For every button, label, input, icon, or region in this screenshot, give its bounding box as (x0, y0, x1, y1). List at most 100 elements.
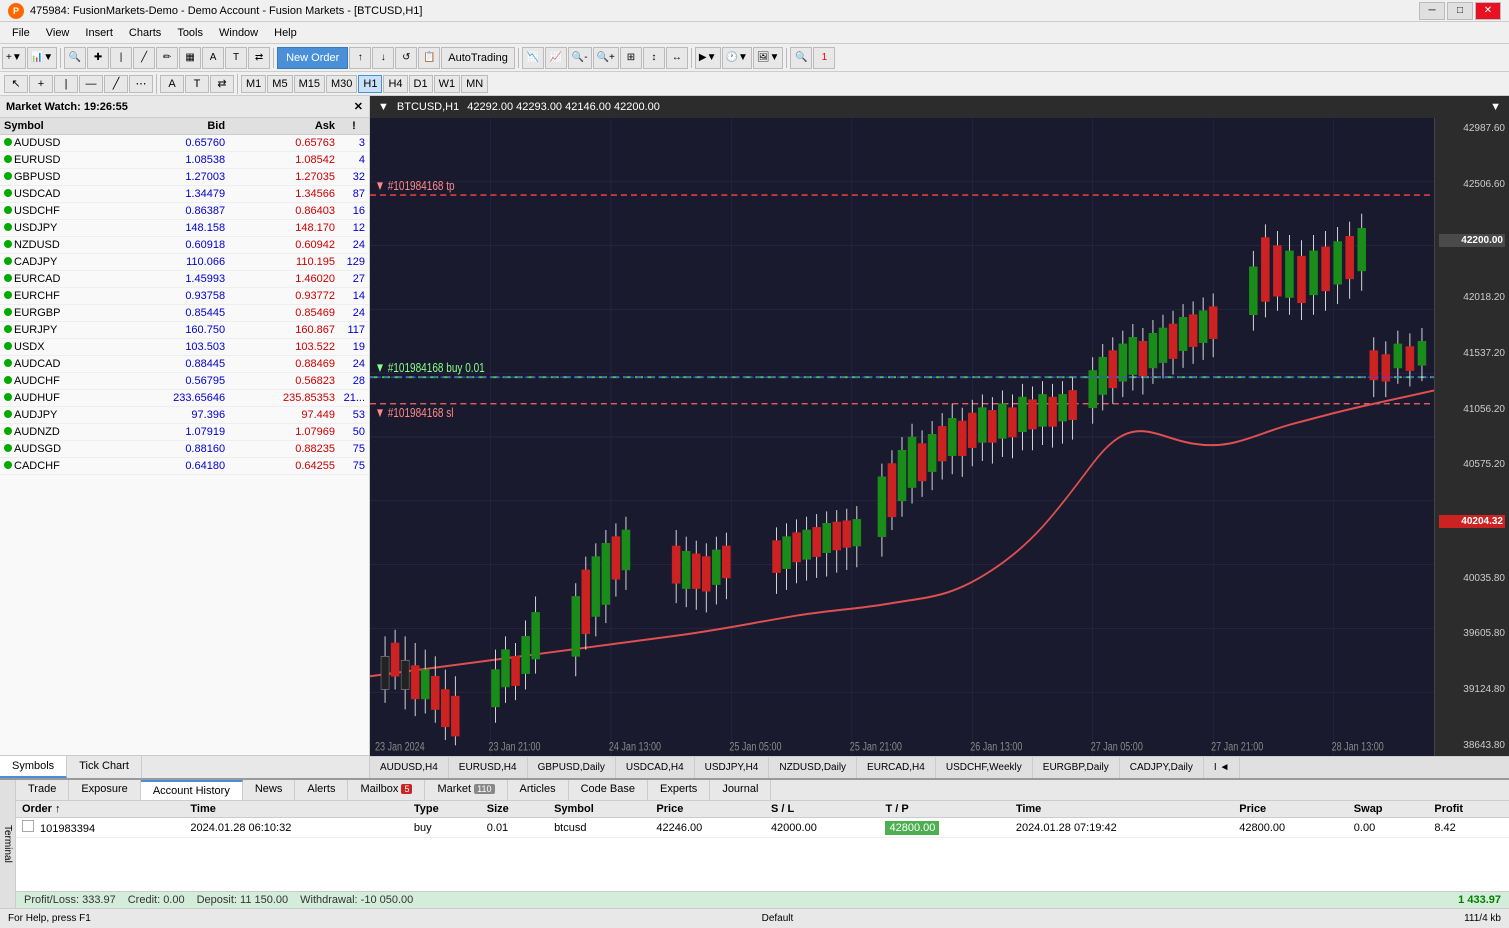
market-watch-row[interactable]: EURUSD 1.08538 1.08542 4 (0, 152, 369, 169)
table-row[interactable]: 101983394 2024.01.28 06:10:32 buy 0.01 b… (16, 818, 1509, 838)
menu-help[interactable]: Help (266, 25, 305, 41)
tline-tool[interactable]: ╱ (104, 75, 128, 93)
new-order-button[interactable]: New Order (277, 47, 348, 69)
sym-tab-nzdusd[interactable]: NZDUSD,Daily (769, 757, 857, 779)
refresh-button[interactable]: ↺ (395, 47, 417, 69)
market-watch-row[interactable]: AUDHUF 233.65646 235.85353 21... (0, 390, 369, 407)
col-price-open[interactable]: Price (650, 801, 765, 818)
market-watch-row[interactable]: GBPUSD 1.27003 1.27035 32 (0, 169, 369, 186)
tab-trade[interactable]: Trade (16, 780, 69, 800)
market-watch-row[interactable]: AUDUSD 0.65760 0.65763 3 (0, 135, 369, 152)
col-type[interactable]: Type (408, 801, 481, 818)
multi-tool[interactable]: ⋯ (129, 75, 153, 93)
titlebar-controls[interactable]: ─ □ ✕ (1419, 2, 1501, 20)
sym-tab-eurgbp[interactable]: EURGBP,Daily (1033, 757, 1120, 779)
market-watch-row[interactable]: AUDSGD 0.88160 0.88235 75 (0, 441, 369, 458)
tab-alerts[interactable]: Alerts (295, 780, 348, 800)
market-watch-row[interactable]: NZDUSD 0.60918 0.60942 24 (0, 237, 369, 254)
sym-tab-audusd[interactable]: AUDUSD,H4 (370, 757, 449, 779)
label-button[interactable]: T (225, 47, 247, 69)
col-size[interactable]: Size (481, 801, 548, 818)
minimize-button[interactable]: ─ (1419, 2, 1445, 20)
sym-tab-gbpusd[interactable]: GBPUSD,Daily (528, 757, 616, 779)
col-symbol[interactable]: Symbol (548, 801, 650, 818)
cursor-tool[interactable]: ↖ (4, 75, 28, 93)
menu-file[interactable]: File (4, 25, 38, 41)
sell-button[interactable]: ↓ (372, 47, 394, 69)
col-time-close[interactable]: Time (1010, 801, 1233, 818)
search-button[interactable]: 🔍 (790, 47, 812, 69)
tf-d1[interactable]: D1 (409, 75, 433, 93)
arrow-tool[interactable]: T (185, 75, 209, 93)
tf-m15[interactable]: M15 (294, 75, 325, 93)
tab-account-history[interactable]: Account History (141, 780, 243, 800)
col-time-open[interactable]: Time (184, 801, 407, 818)
market-watch-row[interactable]: EURGBP 0.85445 0.85469 24 (0, 305, 369, 322)
market-watch-row[interactable]: EURJPY 160.750 160.867 117 (0, 322, 369, 339)
tab-experts[interactable]: Experts (648, 780, 710, 800)
buy-button[interactable]: ↑ (349, 47, 371, 69)
arrow-button[interactable]: ⇄ (248, 47, 270, 69)
autotrading-button[interactable]: AutoTrading (441, 47, 515, 69)
market-watch-close[interactable]: ✕ (354, 100, 363, 113)
grid-button[interactable]: ▦ (179, 47, 201, 69)
line-button[interactable]: ╱ (133, 47, 155, 69)
profile-button[interactable]: 📊▼ (27, 47, 57, 69)
vline-tool[interactable]: | (54, 75, 78, 93)
market-watch-row[interactable]: CADCHF 0.64180 0.64255 75 (0, 458, 369, 475)
tf-w1[interactable]: W1 (434, 75, 461, 93)
tab-codebase[interactable]: Code Base (569, 780, 648, 800)
col-order[interactable]: Order ↑ (16, 801, 184, 818)
zoom-in2-button[interactable]: 🔍+ (593, 47, 619, 69)
template-button[interactable]: 🖼▼ (753, 47, 784, 69)
tab-market[interactable]: Market 110 (425, 780, 507, 800)
scale2-button[interactable]: ↔ (666, 47, 688, 69)
text-button[interactable]: A (202, 47, 224, 69)
menu-insert[interactable]: Insert (77, 25, 121, 41)
tf-h4[interactable]: H4 (383, 75, 407, 93)
tf-m30[interactable]: M30 (326, 75, 357, 93)
chart-dropdown-icon[interactable]: ▼ (1490, 101, 1501, 113)
period-sep-button[interactable]: | (110, 47, 132, 69)
sym-tab-usdcad[interactable]: USDCAD,H4 (616, 757, 695, 779)
tab-exposure[interactable]: Exposure (69, 780, 140, 800)
clock-button[interactable]: 🕐▼ (722, 47, 752, 69)
col-swap[interactable]: Swap (1348, 801, 1429, 818)
market-watch-row[interactable]: AUDNZD 1.07919 1.07969 50 (0, 424, 369, 441)
pencil-button[interactable]: ✏ (156, 47, 178, 69)
terminal-label[interactable]: Terminal (0, 780, 16, 908)
hline-tool[interactable]: — (79, 75, 103, 93)
menu-view[interactable]: View (38, 25, 78, 41)
zoom-in-button[interactable]: 🔍 (64, 47, 86, 69)
col-tp[interactable]: T / P (879, 801, 1009, 818)
market-watch-row[interactable]: USDCHF 0.86387 0.86403 16 (0, 203, 369, 220)
notification-button[interactable]: 1 (813, 47, 835, 69)
trade-button[interactable]: ▶▼ (695, 47, 721, 69)
indicator1-button[interactable]: 📉 (522, 47, 544, 69)
market-watch-row[interactable]: AUDCHF 0.56795 0.56823 28 (0, 373, 369, 390)
tab-symbols[interactable]: Symbols (0, 756, 67, 778)
market-watch-row[interactable]: EURCHF 0.93758 0.93772 14 (0, 288, 369, 305)
market-watch-row[interactable]: AUDCAD 0.88445 0.88469 24 (0, 356, 369, 373)
sym-tab-cadjpy[interactable]: CADJPY,Daily (1120, 757, 1204, 779)
col-profit[interactable]: Profit (1428, 801, 1509, 818)
grid-button2[interactable]: ⊞ (620, 47, 642, 69)
crosshair-button[interactable]: ✚ (87, 47, 109, 69)
sym-tab-usdchf[interactable]: USDCHF,Weekly (936, 757, 1033, 779)
label-tool[interactable]: ⇄ (210, 75, 234, 93)
close-button[interactable]: ✕ (1475, 2, 1501, 20)
market-watch-row[interactable]: CADJPY 110.066 110.195 129 (0, 254, 369, 271)
maximize-button[interactable]: □ (1447, 2, 1473, 20)
crosshair-tool[interactable]: + (29, 75, 53, 93)
tab-journal[interactable]: Journal (710, 780, 771, 800)
tab-articles[interactable]: Articles (508, 780, 569, 800)
chart-canvas-area[interactable]: ▼ #101984168 tp ▼ #101984168 buy 0.01 ▼ … (370, 118, 1434, 756)
history-button[interactable]: 📋 (418, 47, 440, 69)
col-price-close[interactable]: Price (1233, 801, 1348, 818)
market-watch-row[interactable]: EURCAD 1.45993 1.46020 27 (0, 271, 369, 288)
tab-mailbox[interactable]: Mailbox 5 (348, 780, 425, 800)
tf-mn[interactable]: MN (461, 75, 488, 93)
tf-m1[interactable]: M1 (241, 75, 266, 93)
tab-news[interactable]: News (243, 780, 296, 800)
zoom-out-button[interactable]: 🔍- (568, 47, 592, 69)
